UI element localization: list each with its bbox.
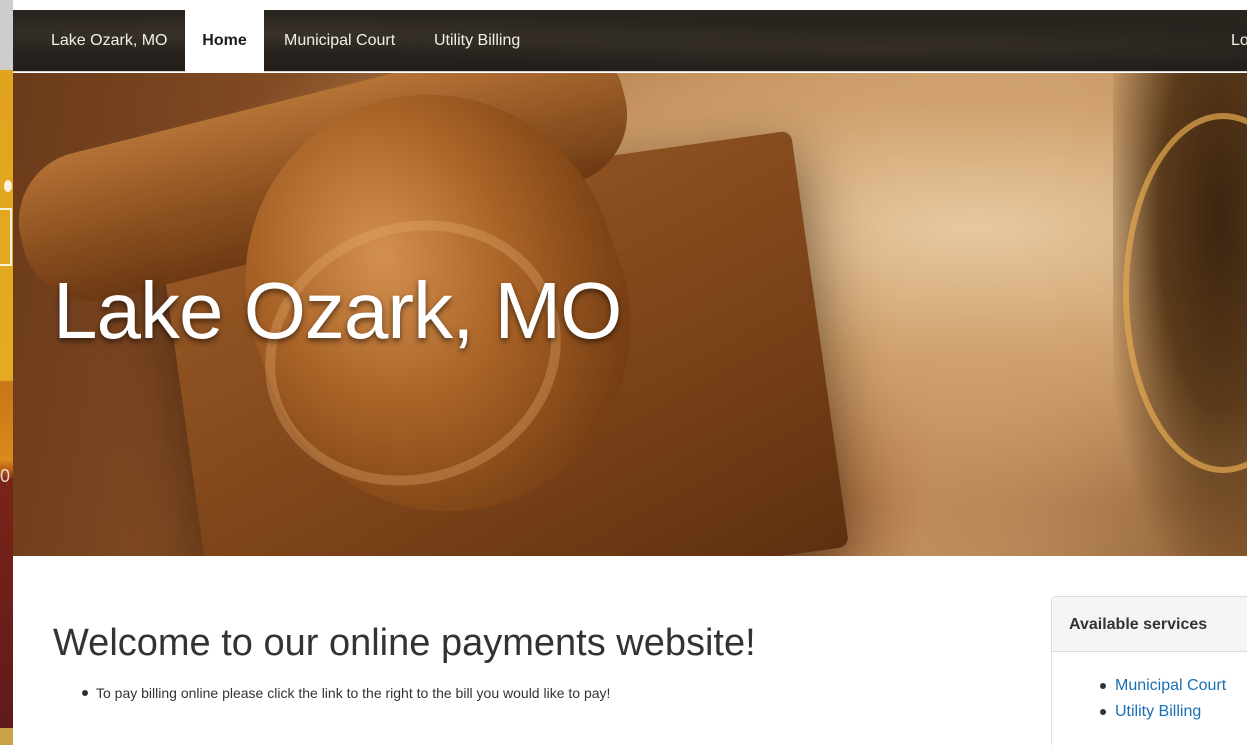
welcome-heading: Welcome to our online payments website! — [53, 622, 756, 664]
list-item: Utility Billing — [1100, 699, 1226, 725]
instruction-item: To pay billing online please click the l… — [78, 683, 610, 703]
service-link-utility-billing[interactable]: Utility Billing — [1115, 703, 1201, 720]
nav-login-link[interactable]: Lo — [1231, 10, 1247, 72]
instructions-list: To pay billing online please click the l… — [78, 683, 610, 703]
nav-home-tab[interactable]: Home — [185, 10, 264, 72]
hero-title: Lake Ozark, MO — [53, 266, 622, 355]
adjacent-window-edge: 0 — [0, 0, 13, 745]
hero-banner: Lake Ozark, MO — [13, 73, 1247, 556]
nav-utility-billing-link[interactable]: Utility Billing — [434, 10, 520, 72]
top-navbar: Lake Ozark, MO Home Municipal Court Util… — [13, 10, 1247, 72]
panel-heading: Available services — [1052, 597, 1247, 652]
services-list: Municipal Court Utility Billing — [1100, 673, 1226, 725]
nav-municipal-court-link[interactable]: Municipal Court — [284, 10, 395, 72]
page: 0 Lake Ozark, MO Home Municipal Court Ut… — [0, 0, 1247, 745]
list-item: Municipal Court — [1100, 673, 1226, 699]
available-services-panel: Available services Municipal Court Utili… — [1051, 596, 1247, 745]
service-link-municipal-court[interactable]: Municipal Court — [1115, 677, 1226, 694]
nav-brand-link[interactable]: Lake Ozark, MO — [51, 10, 167, 72]
